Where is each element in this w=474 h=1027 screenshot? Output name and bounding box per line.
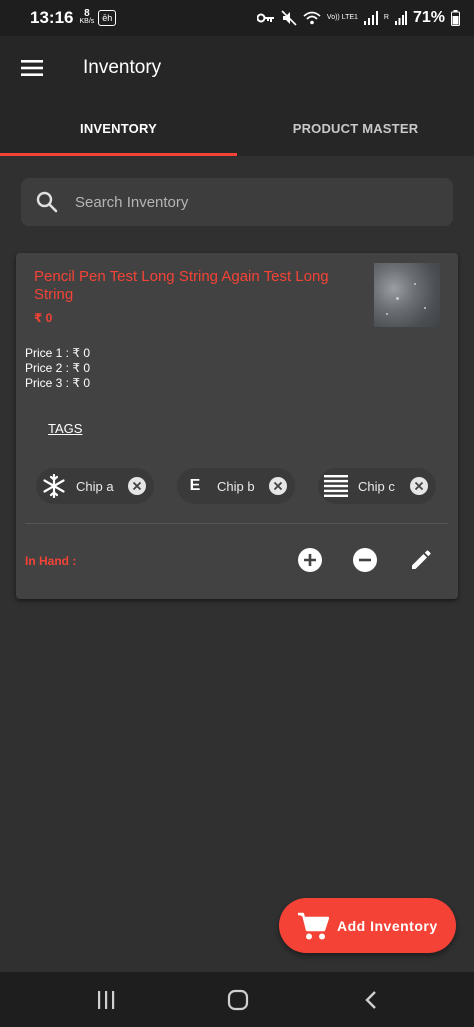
menu-button[interactable] (0, 36, 64, 100)
tab-product-master[interactable]: PRODUCT MASTER (237, 100, 474, 156)
chip-label: Chip a (76, 478, 114, 494)
lines-icon (324, 474, 348, 498)
divider (25, 523, 448, 524)
home-button[interactable] (226, 988, 250, 1012)
tags-link[interactable]: TAGS (48, 421, 82, 436)
recent-apps-icon (98, 991, 115, 1009)
key-icon (256, 13, 274, 23)
cart-icon (298, 912, 329, 939)
wifi-icon (303, 11, 321, 25)
price-list: Price 1 : ₹ 0 Price 2 : ₹ 0 Price 3 : ₹ … (25, 346, 90, 391)
app-bar: Inventory (0, 36, 474, 100)
mute-icon (281, 10, 297, 26)
price-3: Price 3 : ₹ 0 (25, 376, 90, 390)
pencil-icon (412, 550, 431, 569)
lte-indicator: Vo)) LTE1 (326, 14, 358, 21)
add-inventory-button[interactable]: Add Inventory (279, 898, 456, 953)
add-quantity-button[interactable] (297, 547, 323, 573)
battery-icon (451, 10, 460, 26)
signal-icon-2 (394, 11, 407, 25)
remove-quantity-button[interactable] (352, 547, 378, 573)
search-bar[interactable] (21, 178, 453, 226)
letter-e-icon: E (189, 477, 201, 494)
chip-label: Chip b (217, 478, 255, 494)
home-icon (227, 989, 249, 1011)
product-name: Pencil Pen Test Long String Again Test L… (34, 268, 329, 303)
recent-apps-button[interactable] (94, 988, 118, 1012)
edit-button[interactable] (408, 547, 434, 573)
minus-circle-icon (353, 548, 377, 572)
hamburger-menu-icon (21, 60, 43, 76)
snowflake-icon (42, 474, 66, 498)
price-2: Price 2 : ₹ 0 (25, 361, 90, 375)
app-notification-icon: ēh (98, 10, 117, 26)
close-icon[interactable] (410, 477, 428, 495)
chip-a[interactable]: Chip a (36, 468, 154, 504)
back-button[interactable] (359, 988, 383, 1012)
add-inventory-label: Add Inventory (337, 917, 438, 934)
battery-percent: 71% (412, 9, 445, 26)
chip-c[interactable]: Chip c (318, 468, 436, 504)
system-nav-bar (0, 972, 474, 1027)
price-1: Price 1 : ₹ 0 (25, 346, 90, 360)
product-price: ₹ 0 (34, 311, 53, 325)
chip-b[interactable]: E Chip b (177, 468, 295, 504)
status-time: 13:16 (30, 8, 74, 27)
search-input[interactable] (75, 193, 405, 211)
network-speed: 8 KB/s (79, 8, 95, 26)
inventory-card[interactable]: Pencil Pen Test Long String Again Test L… (16, 253, 458, 599)
chip-label: Chip c (358, 478, 395, 494)
in-hand-label: In Hand : (25, 554, 77, 568)
plus-circle-icon (298, 548, 322, 572)
search-icon (36, 191, 58, 213)
product-image[interactable] (374, 263, 440, 327)
signal-icon (363, 11, 378, 25)
tab-bar: INVENTORY PRODUCT MASTER (0, 100, 474, 156)
tab-inventory[interactable]: INVENTORY (0, 100, 237, 156)
page-title: Inventory (83, 57, 162, 78)
status-bar: 13:16 8 KB/s ēh Vo)) LTE1 R 71% (0, 0, 474, 36)
chip-group: Chip a E Chip b Chip c (36, 468, 446, 504)
back-icon (365, 991, 376, 1009)
close-icon[interactable] (269, 477, 287, 495)
sim-indicator: R (383, 14, 389, 21)
close-icon[interactable] (128, 477, 146, 495)
